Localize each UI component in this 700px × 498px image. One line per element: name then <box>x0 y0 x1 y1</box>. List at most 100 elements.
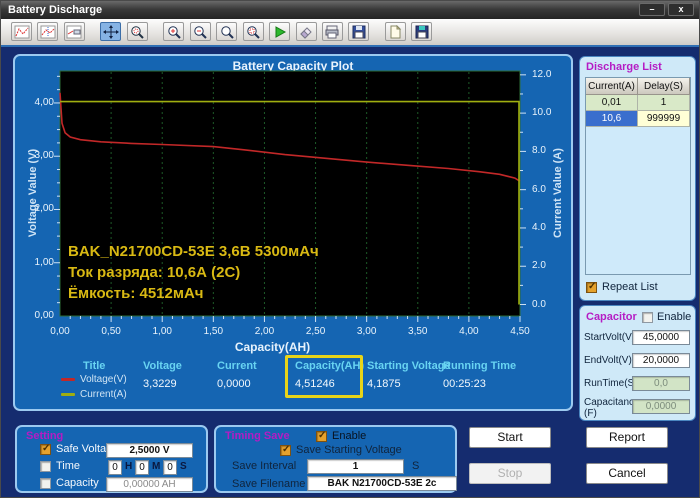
repeat-list-label: Repeat List <box>602 281 658 293</box>
zoom-window-icon <box>131 25 145 39</box>
stats-header-title: Title <box>83 360 106 372</box>
capacity-field: 0,00000 AH <box>106 477 193 492</box>
timing-save-title: Timing Save <box>225 430 290 442</box>
current-legend-swatch <box>61 392 75 396</box>
x-tick-label: 4,50 <box>510 326 530 337</box>
stats-header-starting-voltage: Starting Voltage <box>367 360 451 372</box>
run-tool-button[interactable] <box>269 22 291 41</box>
voltage-legend-swatch <box>61 377 75 381</box>
table-row-selected: 10,6 999999 <box>586 111 690 127</box>
capacitor-enable-checkbox[interactable] <box>642 312 653 323</box>
minutes-unit-label: M <box>152 461 161 472</box>
cancel-button[interactable]: Cancel <box>586 463 668 484</box>
stats-value-running-time: 00:25:23 <box>443 378 486 390</box>
capacity-highlight-box <box>285 355 363 398</box>
play-icon <box>275 25 286 38</box>
cursor-legend-tool-button[interactable] <box>63 22 85 41</box>
pan-tool-button[interactable] <box>100 22 122 41</box>
print-tool-button[interactable] <box>321 22 343 41</box>
save-image-tool-button[interactable] <box>348 22 370 41</box>
title-bar: Battery Discharge – x <box>1 1 699 19</box>
cell-delay-1[interactable]: 1 <box>638 95 690 111</box>
zoom-in-tool-button[interactable] <box>163 22 185 41</box>
setting-title: Setting <box>26 430 64 442</box>
repeat-list-row: Repeat List <box>586 281 658 293</box>
zoom-normal-tool-button[interactable] <box>216 22 238 41</box>
setting-panel: Setting Safe Voltage 2,5000 V Time 0 H 0… <box>15 425 208 493</box>
runtime-field: 0,0 <box>632 376 690 391</box>
y-right-tick-label: 8.0 <box>532 145 546 157</box>
capacity-checkbox[interactable] <box>40 478 51 489</box>
endvolt-field[interactable]: 20,0000 <box>632 353 690 368</box>
zoom-out-tool-button[interactable] <box>189 22 211 41</box>
zoom-window-tool-button[interactable] <box>126 22 148 41</box>
legend-item-current: Current(A) <box>61 389 127 400</box>
time-hours-field[interactable]: 0 <box>108 460 122 475</box>
x-tick-label: 0,00 <box>50 326 70 337</box>
save-starting-voltage-checkbox[interactable] <box>280 444 291 456</box>
interval-unit-label: S <box>412 460 420 472</box>
x-tick-label: 0,50 <box>101 326 121 337</box>
endvolt-label: EndVolt(V) <box>584 355 632 366</box>
curve-trace-icon <box>14 25 29 38</box>
repeat-list-checkbox[interactable] <box>586 281 597 293</box>
x-axis-title: Capacity(AH) <box>234 340 311 354</box>
cell-current-1[interactable]: 0,01 <box>586 95 638 111</box>
timing-enable-checkbox[interactable] <box>316 430 327 442</box>
stop-button: Stop <box>469 463 551 484</box>
x-tick-label: 3,00 <box>356 326 377 337</box>
column-header-current: Current(A) <box>586 78 638 95</box>
window-title: Battery Discharge <box>8 4 103 16</box>
y-left-tick-label: 3,00 <box>34 150 54 162</box>
y-left-tick-label: 1,00 <box>34 256 54 268</box>
safe-voltage-field[interactable]: 2,5000 V <box>106 443 193 458</box>
zoom-out-icon <box>194 25 207 39</box>
floppy-disk-icon <box>352 25 366 38</box>
stats-value-voltage: 3,3229 <box>143 378 177 390</box>
discharge-list-title: Discharge List <box>586 61 662 73</box>
hours-unit-label: H <box>125 461 133 472</box>
toolbar <box>1 19 699 47</box>
legend-item-voltage: Voltage(V) <box>61 374 127 385</box>
app-window: Battery Discharge – x Battery Capacity P… <box>0 0 700 498</box>
startvolt-field[interactable]: 45,0000 <box>632 330 690 345</box>
new-file-tool-button[interactable] <box>384 22 406 41</box>
x-tick-label: 1,50 <box>203 326 224 337</box>
x-tick-label: 2,50 <box>305 326 326 337</box>
close-button[interactable]: x <box>668 3 694 16</box>
y-right-tick-label: 4.0 <box>532 221 546 233</box>
erase-tool-button[interactable] <box>295 22 317 41</box>
report-button[interactable]: Report <box>586 427 668 448</box>
time-label: Time <box>56 460 81 472</box>
x-tick-label: 1,00 <box>152 326 172 337</box>
discharge-list-panel: Discharge List Current(A) Delay(S) 0,01 … <box>579 56 696 301</box>
cell-delay-2[interactable]: 999999 <box>638 111 690 127</box>
discharge-table: Current(A) Delay(S) 0,01 1 10,6 999999 <box>585 77 691 275</box>
minimize-button[interactable]: – <box>639 3 665 16</box>
cell-current-2[interactable]: 10,6 <box>586 111 638 127</box>
save-data-tool-button[interactable] <box>411 22 433 41</box>
curve-trace-tool-button[interactable] <box>11 22 32 41</box>
save-interval-field[interactable]: 1 <box>307 459 404 474</box>
client-area: Battery Capacity Plot Voltage Value (V) … <box>1 47 699 497</box>
zoom-box-tool-button[interactable] <box>242 22 264 41</box>
curve-edit-tool-button[interactable] <box>37 22 59 41</box>
time-minutes-field[interactable]: 0 <box>135 460 149 475</box>
start-button[interactable]: Start <box>469 427 551 448</box>
time-seconds-field[interactable]: 0 <box>163 460 177 475</box>
voltage-legend-label: Voltage(V) <box>80 374 127 385</box>
discharge-table-header: Current(A) Delay(S) <box>586 78 690 95</box>
y-right-tick-label: 2.0 <box>532 260 546 272</box>
runtime-label: RunTime(S) <box>584 378 638 389</box>
time-checkbox[interactable] <box>40 461 51 472</box>
capacitor-panel: Capacitor Enable StartVolt(V) 45,0000 En… <box>579 305 696 421</box>
x-tick-label: 4,00 <box>459 326 479 337</box>
x-tick-label: 2,00 <box>254 326 275 337</box>
save-filename-field[interactable]: BAK N21700CD-53E 2c <box>307 476 457 491</box>
safe-voltage-checkbox[interactable] <box>40 443 51 455</box>
zoom-normal-icon <box>220 25 234 39</box>
save-data-floppy-icon <box>415 25 429 38</box>
y-right-tick-label: 0.0 <box>532 298 546 310</box>
save-filename-label: Save Filename <box>232 478 306 490</box>
y-left-tick-label: 0,00 <box>34 310 54 321</box>
